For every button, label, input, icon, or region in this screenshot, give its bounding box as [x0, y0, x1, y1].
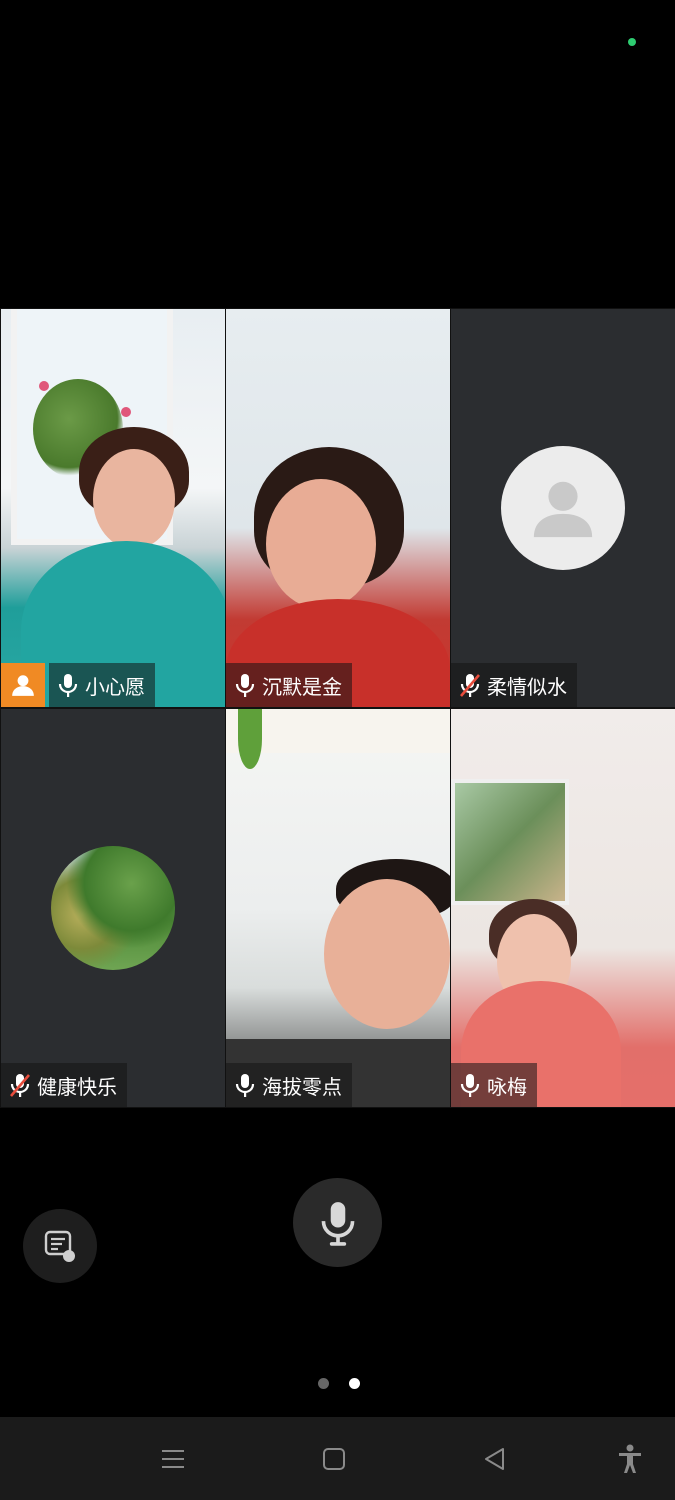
- person-face: [93, 449, 175, 549]
- microphone-button[interactable]: [293, 1178, 382, 1267]
- participant-tile[interactable]: 柔情似水: [451, 309, 675, 707]
- home-icon: [323, 1448, 345, 1470]
- page-indicator: [318, 1378, 360, 1389]
- page-dot-active[interactable]: [349, 1378, 360, 1389]
- participant-name-tag: 小心愿: [49, 663, 155, 707]
- participant-name: 海拔零点: [262, 1074, 342, 1099]
- host-badge: [1, 663, 45, 707]
- mic-icon: [58, 674, 78, 697]
- chat-button[interactable]: [23, 1209, 97, 1283]
- microphone-icon: [321, 1201, 354, 1246]
- participant-video: [226, 709, 450, 1107]
- participant-name: 健康快乐: [37, 1074, 117, 1099]
- accessibility-button[interactable]: [608, 1437, 652, 1481]
- video-grid: 小心愿 沉默是金 柔情似水 健康快乐 海拔零点 咏梅: [0, 308, 675, 1108]
- host-person-icon: [12, 675, 34, 696]
- person-face: [266, 479, 376, 609]
- participant-name-tag: 健康快乐: [1, 1063, 127, 1107]
- participant-name-tag: 海拔零点: [226, 1063, 352, 1107]
- participant-name-tag: 咏梅: [451, 1063, 537, 1107]
- flower-blossom: [121, 407, 131, 417]
- mic-off-icon: [10, 1074, 30, 1097]
- system-navigation-bar: [0, 1417, 675, 1500]
- mic-icon: [235, 674, 255, 697]
- background-leaf: [238, 709, 262, 769]
- participant-name: 沉默是金: [262, 674, 342, 699]
- status-indicator-dot: [628, 38, 636, 46]
- menu-icon: [162, 1450, 184, 1468]
- chat-icon: [44, 1230, 75, 1262]
- landscape-avatar: [51, 846, 175, 970]
- participant-tile[interactable]: 小心愿: [1, 309, 225, 707]
- person-placeholder-icon: [533, 481, 593, 538]
- mic-icon: [460, 1074, 480, 1097]
- participant-name: 小心愿: [85, 674, 145, 699]
- participant-video: [1, 309, 225, 707]
- participant-name-tag: 柔情似水: [451, 663, 577, 707]
- participant-video: [226, 309, 450, 707]
- flower-blossom: [39, 381, 49, 391]
- participant-video: [451, 709, 675, 1107]
- default-avatar: [501, 446, 625, 570]
- accessibility-icon: [619, 1444, 641, 1473]
- background-painting: [451, 779, 569, 905]
- participant-tile[interactable]: 咏梅: [451, 709, 675, 1107]
- recent-apps-button[interactable]: [151, 1437, 195, 1481]
- participant-name-tag: 沉默是金: [226, 663, 352, 707]
- back-icon: [485, 1448, 504, 1470]
- participant-tile[interactable]: 海拔零点: [226, 709, 450, 1107]
- back-button[interactable]: [473, 1437, 517, 1481]
- participant-tile[interactable]: 健康快乐: [1, 709, 225, 1107]
- participant-tile[interactable]: 沉默是金: [226, 309, 450, 707]
- participant-name: 柔情似水: [487, 674, 567, 699]
- page-dot[interactable]: [318, 1378, 329, 1389]
- mic-icon: [235, 1074, 255, 1097]
- participant-name: 咏梅: [487, 1074, 527, 1099]
- person-face: [324, 879, 450, 1029]
- mic-off-icon: [460, 674, 480, 697]
- home-button[interactable]: [312, 1437, 356, 1481]
